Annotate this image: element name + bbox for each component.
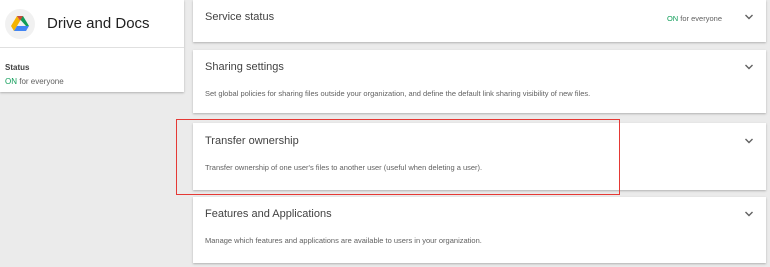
status-scope-text: for everyone (17, 77, 64, 86)
service-status-card[interactable]: Service status ON for everyone (193, 0, 766, 42)
service-status-on-text: ON (666, 14, 679, 23)
sharing-settings-card[interactable]: Sharing settings Set global policies for… (193, 50, 766, 113)
admin-settings-page: Drive and Docs Status ON for everyone Se… (0, 0, 770, 267)
transfer-ownership-description: Transfer ownership of one user's files t… (205, 163, 483, 172)
chevron-down-icon[interactable] (744, 136, 754, 146)
service-status-title: Service status (205, 11, 275, 23)
service-status-value: ON for everyone (667, 14, 722, 23)
app-summary-card: Drive and Docs Status ON for everyone (0, 0, 184, 92)
app-title: Drive and Docs (47, 15, 150, 32)
sharing-settings-title: Sharing settings (205, 61, 284, 73)
status-on-text: ON (5, 77, 17, 86)
chevron-down-icon[interactable] (744, 62, 754, 72)
transfer-ownership-title: Transfer ownership (205, 135, 299, 147)
features-applications-card[interactable]: Features and Applications Manage which f… (193, 197, 766, 263)
features-applications-description: Manage which features and applications a… (205, 236, 482, 245)
app-header: Drive and Docs (0, 0, 184, 48)
features-applications-title: Features and Applications (205, 208, 332, 220)
google-drive-icon (5, 9, 35, 39)
transfer-ownership-card[interactable]: Transfer ownership Transfer ownership of… (193, 123, 766, 190)
status-label: Status (5, 63, 30, 72)
sharing-settings-description: Set global policies for sharing files ou… (205, 89, 591, 98)
status-value: ON for everyone (5, 77, 64, 86)
chevron-down-icon[interactable] (744, 12, 754, 22)
chevron-down-icon[interactable] (744, 209, 754, 219)
service-status-scope-text: for everyone (678, 14, 722, 23)
